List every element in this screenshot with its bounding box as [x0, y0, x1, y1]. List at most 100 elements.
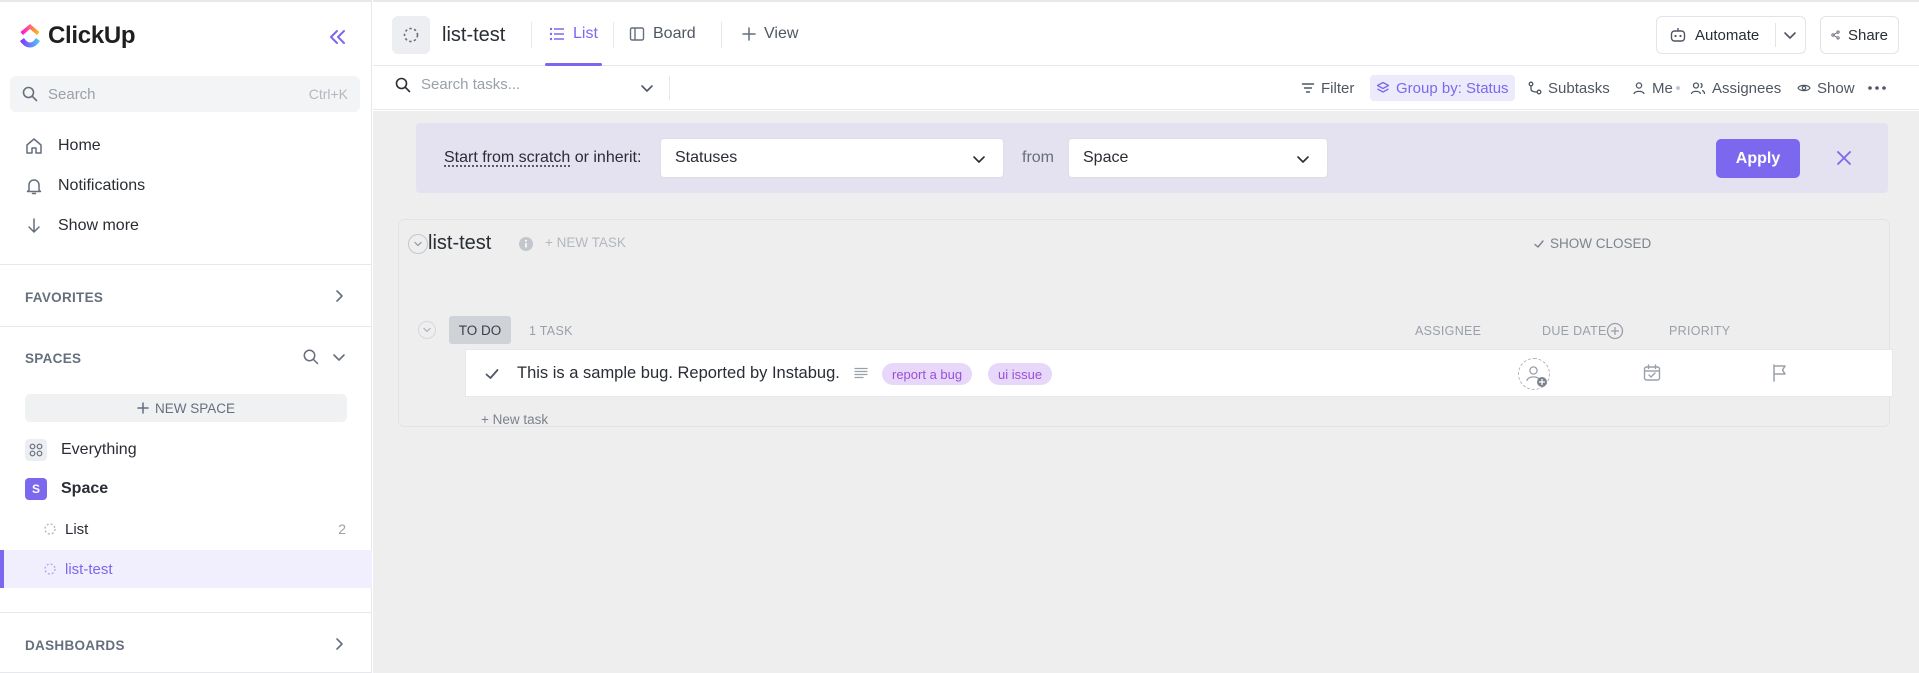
list-status-icon: [44, 563, 56, 575]
list-icon-button[interactable]: [392, 16, 430, 54]
column-header-assignee[interactable]: ASSIGNEE: [1415, 324, 1481, 338]
task-search-placeholder: Search tasks...: [421, 76, 521, 93]
home-icon: [26, 138, 42, 154]
collapse-list-button[interactable]: [408, 234, 428, 254]
share-label: Share: [1847, 26, 1888, 44]
header-separator: [531, 22, 532, 48]
task-complete-checkbox[interactable]: [484, 366, 500, 382]
tab-list-label: List: [573, 25, 598, 42]
toolbar-separator: [669, 76, 670, 100]
dashboards-label[interactable]: DASHBOARDS: [25, 638, 125, 653]
favorites-expand-button[interactable]: [331, 288, 347, 304]
header-separator: [721, 22, 722, 48]
assignees-label: Assignees: [1712, 79, 1782, 97]
search-placeholder: Search: [48, 85, 96, 103]
toolbar-dot-separator: [1676, 86, 1680, 90]
subtasks-icon: [1528, 81, 1542, 95]
spaces-collapse-button[interactable]: [331, 349, 347, 365]
tab-list[interactable]: List: [545, 2, 602, 66]
source-select[interactable]: Space: [1068, 138, 1328, 178]
sidebar-item-space[interactable]: S Space: [25, 478, 108, 500]
spaces-label: SPACES: [25, 351, 82, 366]
share-button[interactable]: Share: [1820, 16, 1899, 54]
subtasks-button[interactable]: Subtasks: [1522, 75, 1616, 101]
list-status-icon: [403, 27, 419, 43]
bell-icon: [26, 179, 42, 195]
sidebar-search[interactable]: Search Ctrl+K: [10, 76, 360, 112]
filter-button[interactable]: Filter: [1295, 75, 1360, 101]
plus-icon: [742, 27, 756, 41]
close-banner-button[interactable]: [1834, 148, 1854, 168]
view-header: list-test List Board View Automate Share: [373, 0, 1919, 66]
clickup-logo[interactable]: ClickUp: [18, 22, 136, 50]
collapse-sidebar-button[interactable]: [326, 26, 348, 48]
collapse-group-button[interactable]: [418, 321, 436, 339]
check-icon: [485, 369, 499, 379]
robot-icon: [1670, 28, 1686, 42]
add-new-task-link[interactable]: + New task: [481, 412, 548, 427]
sidebar-item-everything[interactable]: Everything: [25, 439, 137, 461]
list-name: list-test: [65, 560, 113, 578]
users-icon: [1690, 82, 1706, 95]
show-closed-button[interactable]: SHOW CLOSED: [1533, 236, 1651, 251]
dashboards-expand-button[interactable]: [331, 636, 347, 652]
search-icon: [395, 77, 411, 92]
page-title[interactable]: list-test: [442, 24, 505, 47]
task-name[interactable]: This is a sample bug. Reported by Instab…: [517, 364, 840, 383]
board-icon: [629, 27, 645, 41]
chevron-down-icon: [973, 156, 985, 163]
add-view-button[interactable]: View: [742, 2, 798, 66]
add-column-button[interactable]: [1606, 322, 1624, 340]
sidebar-divider: [0, 326, 372, 327]
banner-inherit-text: or inherit:: [570, 149, 642, 166]
more-options-button[interactable]: [1867, 80, 1887, 96]
chevron-down-icon: [333, 354, 345, 361]
add-view-label: View: [764, 25, 799, 42]
priority-picker[interactable]: [1771, 363, 1789, 383]
apply-button[interactable]: Apply: [1716, 139, 1800, 178]
list-panel-title[interactable]: list-test: [428, 232, 491, 255]
sidebar-item-list[interactable]: List 2: [0, 510, 372, 548]
due-date-picker[interactable]: [1642, 363, 1662, 383]
status-badge[interactable]: TO DO: [449, 316, 511, 344]
plus-icon: [137, 402, 149, 414]
group-by-button[interactable]: Group by: Status: [1370, 75, 1515, 101]
assignees-button[interactable]: Assignees: [1684, 75, 1787, 101]
nav-show-more[interactable]: Show more: [24, 216, 139, 236]
automate-split-divider: [1775, 23, 1776, 47]
list-status-icon: [44, 523, 56, 535]
sidebar-item-list-test[interactable]: list-test: [0, 550, 372, 588]
table-row[interactable]: This is a sample bug. Reported by Instab…: [465, 349, 1893, 397]
new-space-label: NEW SPACE: [154, 400, 235, 416]
automate-dropdown-button[interactable]: [1782, 27, 1798, 43]
me-filter-button[interactable]: Me: [1626, 75, 1679, 101]
list-info-button[interactable]: [518, 236, 534, 252]
nav-notifications[interactable]: Notifications: [24, 176, 145, 196]
start-from-scratch-link[interactable]: Start from scratch: [444, 149, 570, 166]
favorites-label[interactable]: FAVORITES: [25, 290, 103, 305]
space-name: Space: [61, 480, 109, 497]
show-button[interactable]: Show: [1791, 75, 1861, 101]
tab-board[interactable]: Board: [629, 2, 696, 66]
task-tag[interactable]: ui issue: [988, 363, 1053, 385]
statuses-select-value: Statuses: [675, 149, 738, 166]
task-search-input[interactable]: Search tasks...: [395, 76, 520, 93]
new-space-button[interactable]: NEW SPACE: [25, 394, 347, 422]
automate-button[interactable]: Automate: [1656, 16, 1806, 54]
share-icon: [1831, 30, 1840, 40]
task-tag[interactable]: report a bug: [882, 363, 973, 385]
new-task-button[interactable]: + NEW TASK: [545, 235, 626, 250]
statuses-select[interactable]: Statuses: [660, 138, 1004, 178]
close-icon: [1837, 151, 1851, 165]
header-separator: [613, 22, 614, 48]
spaces-search-button[interactable]: [302, 348, 320, 366]
list-panel: list-test + NEW TASK SHOW CLOSED TO DO 1…: [398, 219, 1893, 427]
column-header-priority[interactable]: PRIORITY: [1669, 324, 1730, 338]
plus-circle-icon: [1606, 322, 1624, 340]
column-header-due-date[interactable]: DUE DATE: [1542, 324, 1607, 338]
chevron-down-icon: [1297, 156, 1309, 163]
search-options-button[interactable]: [639, 80, 655, 96]
nav-notifications-label: Notifications: [58, 177, 146, 194]
nav-home[interactable]: Home: [24, 136, 101, 156]
assignee-picker[interactable]: [1518, 358, 1550, 390]
